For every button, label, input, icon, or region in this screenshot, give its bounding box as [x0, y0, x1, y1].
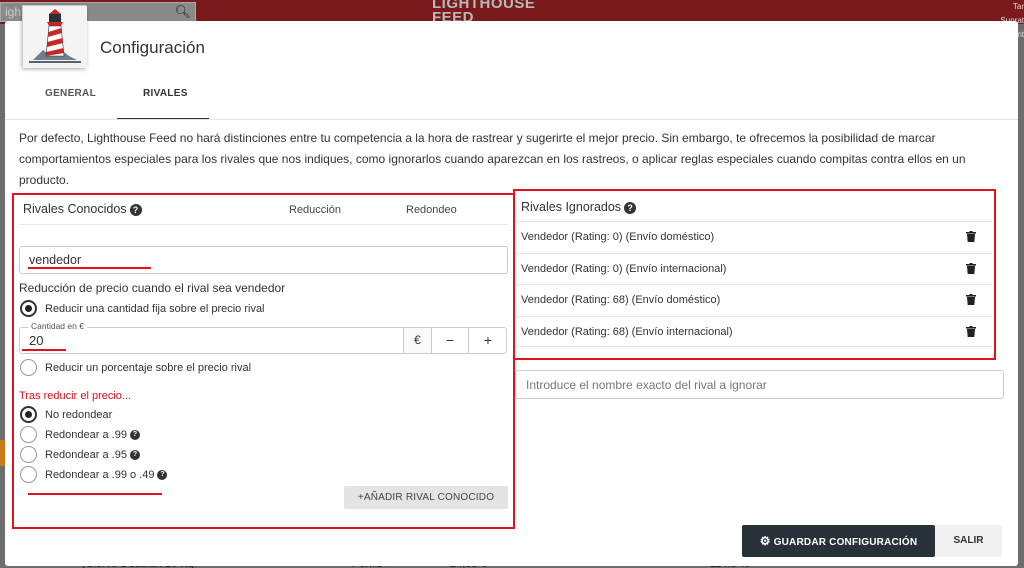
rival-name-value: vendedor: [29, 253, 82, 267]
trash-icon[interactable]: [966, 231, 976, 242]
help-icon[interactable]: ?: [129, 204, 142, 216]
option-fixed-label: Reducir una cantidad fija sobre el preci…: [45, 302, 265, 315]
round-option-99[interactable]: Redondear a .99 ?: [20, 426, 140, 443]
gear-icon: ⚙: [759, 534, 771, 548]
help-icon[interactable]: ?: [157, 469, 168, 480]
ignore-rival-input[interactable]: Introduce el nombre exacto del rival a i…: [515, 370, 1004, 399]
highlight-underline: [22, 349, 66, 351]
amount-field[interactable]: Cantidad en € 20 € − +: [19, 321, 507, 354]
after-reduce-heading: Tras reducir el precio...: [19, 390, 132, 402]
ignored-rival-name: Vendedor (Rating: 0) (Envío doméstico): [521, 231, 715, 243]
ignored-rival-row: Vendedor (Rating: 68) (Envío internacion…: [516, 316, 992, 347]
option-percentage[interactable]: Reducir un porcentaje sobre el precio ri…: [20, 359, 251, 376]
radio-selected[interactable]: [20, 406, 37, 423]
tab-general[interactable]: GENERAL: [45, 88, 96, 99]
radio-selected[interactable]: [20, 300, 37, 317]
radio-unselected[interactable]: [20, 446, 37, 463]
rival-name-input[interactable]: vendedor: [19, 246, 508, 274]
radio-unselected[interactable]: [20, 426, 37, 443]
save-configuration-button[interactable]: ⚙ GUARDAR CONFIGURACIÓN: [742, 525, 935, 557]
radio-unselected[interactable]: [20, 466, 37, 483]
ignored-rival-name: Vendedor (Rating: 68) (Envío internacion…: [521, 326, 733, 338]
intro-text: Por defecto, Lighthouse Feed no hará dis…: [19, 131, 966, 187]
modal-title: Configuración: [100, 38, 205, 57]
round-option-95[interactable]: Redondear a .95 ?: [20, 446, 140, 463]
help-icon[interactable]: ?: [624, 202, 637, 214]
radio-unselected[interactable]: [20, 359, 37, 376]
column-reduccion: Reducción: [289, 204, 341, 216]
ignored-rival-row: Vendedor (Rating: 0) (Envío internaciona…: [516, 253, 992, 284]
decrement-button[interactable]: −: [431, 328, 468, 353]
round-option-label: Redondear a .99 o .49: [45, 468, 155, 481]
round-option-99-49[interactable]: Redondear a .99 o .49 ?: [20, 466, 168, 483]
help-icon[interactable]: ?: [129, 449, 140, 460]
highlight-underline: [28, 493, 162, 495]
trash-icon[interactable]: [966, 263, 976, 274]
exit-button[interactable]: SALIR: [935, 525, 1002, 557]
highlight-underline: [28, 267, 151, 269]
ignore-rival-placeholder: Introduce el nombre exacto del rival a i…: [526, 378, 767, 392]
ignored-rivals-title: Rivales Ignorados?: [521, 200, 637, 214]
round-option-none[interactable]: No redondear: [20, 406, 112, 423]
ignored-rival-row: Vendedor (Rating: 68) (Envío doméstico): [516, 284, 992, 315]
currency-addon: €: [403, 328, 431, 353]
background-right-line1: Tar: [1012, 2, 1024, 11]
amount-value: 20: [29, 333, 44, 348]
save-configuration-label: GUARDAR CONFIGURACIÓN: [773, 537, 918, 548]
add-known-rival-button[interactable]: +AÑADIR RIVAL CONOCIDO: [344, 486, 508, 509]
ignored-rival-name: Vendedor (Rating: 68) (Envío doméstico): [521, 294, 721, 306]
column-redondeo: Redondeo: [406, 204, 457, 216]
option-fixed-amount[interactable]: Reducir una cantidad fija sobre el preci…: [20, 300, 265, 317]
ignored-rivals-title-text: Rivales Ignorados: [521, 200, 622, 214]
help-icon[interactable]: ?: [129, 429, 140, 440]
lighthouse-logo: [22, 5, 87, 68]
trash-icon[interactable]: [966, 294, 976, 305]
option-percent-label: Reducir un porcentaje sobre el precio ri…: [45, 361, 252, 374]
reduction-label: Reducción de precio cuando el rival sea …: [19, 281, 286, 295]
known-rivals-title: Rivales Conocidos?: [23, 202, 142, 216]
lighthouse-icon: [23, 6, 87, 68]
amount-legend: Cantidad en €: [28, 321, 87, 331]
ignored-rival-row: Vendedor (Rating: 0) (Envío doméstico): [516, 221, 992, 252]
round-option-label: No redondear: [45, 408, 113, 421]
round-option-label: Redondear a .99: [45, 428, 127, 441]
round-option-label: Redondear a .95: [45, 448, 127, 461]
ignored-rival-name: Vendedor (Rating: 0) (Envío internaciona…: [521, 263, 727, 275]
increment-button[interactable]: +: [468, 328, 507, 353]
trash-icon[interactable]: [966, 326, 976, 337]
known-rivals-title-text: Rivales Conocidos: [23, 202, 127, 216]
tab-rivales[interactable]: RIVALES: [143, 88, 188, 99]
search-icon: 🔍︎: [174, 4, 191, 19]
divider: [19, 224, 508, 225]
tab-divider: [5, 119, 1018, 120]
